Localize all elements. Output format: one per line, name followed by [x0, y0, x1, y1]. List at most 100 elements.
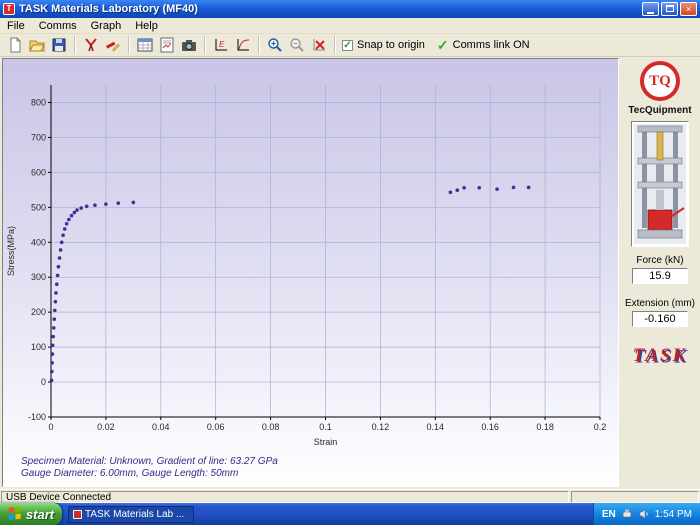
svg-text:Strain: Strain [314, 437, 338, 447]
svg-text:400: 400 [31, 237, 46, 247]
side-panel: TQ TecQuipment Force (kN) 15.9 Extension… [620, 57, 700, 489]
status-bar: USB Device Connected [0, 489, 700, 503]
svg-text:300: 300 [31, 272, 46, 282]
svg-text:0.14: 0.14 [427, 422, 445, 432]
toolbar-separator [74, 36, 76, 54]
chart-panel[interactable]: 0 0.02 0.04 0.06 0.08 0.1 0.12 0.14 0.16 0.18 0.2 -… [2, 58, 619, 487]
minimize-icon [647, 12, 654, 14]
svg-text:0.1: 0.1 [319, 422, 332, 432]
svg-text:0.08: 0.08 [262, 422, 280, 432]
zoom-in-button[interactable] [264, 35, 286, 55]
svg-text:0.16: 0.16 [481, 422, 499, 432]
toolbar-separator [204, 36, 206, 54]
toolbar-separator [128, 36, 130, 54]
brand-name: TecQuipment [628, 105, 692, 116]
report-icon [160, 37, 174, 53]
taskbar-app-button[interactable]: TASK Materials Lab ... [68, 505, 194, 523]
menu-graph[interactable]: Graph [84, 19, 129, 33]
close-icon: × [685, 4, 692, 14]
extension-label: Extension (mm) [624, 298, 695, 309]
system-tray: EN 1:54 PM [592, 503, 700, 525]
app-icon: T [3, 3, 15, 15]
axes-setup-button[interactable]: E [210, 35, 232, 55]
toolbar-separator [258, 36, 260, 54]
main-content: 0 0.02 0.04 0.06 0.08 0.1 0.12 0.14 0.16 0.18 0.2 -… [0, 57, 700, 489]
svg-text:0.04: 0.04 [152, 422, 170, 432]
export-graph-button[interactable] [232, 35, 254, 55]
task-logo: TASK [632, 345, 688, 366]
gauge-note: Gauge Diameter: 6.00mm, Gauge Length: 50… [21, 468, 239, 479]
axes-setup-icon: E [215, 39, 227, 51]
window-title: TASK Materials Laboratory (MF40) [19, 3, 198, 15]
tecquipment-logo-icon: TQ [640, 61, 680, 101]
svg-text:100: 100 [31, 342, 46, 352]
data-table-icon [137, 38, 153, 52]
specimen-tools-icon [85, 38, 97, 52]
title-bar: T TASK Materials Laboratory (MF40) × [0, 0, 700, 18]
minimize-button[interactable] [642, 2, 659, 16]
menu-bar: File Comms Graph Help [0, 18, 700, 34]
capture-button[interactable] [178, 35, 200, 55]
svg-text:0.02: 0.02 [97, 422, 115, 432]
toolbar: E ✓ Snap to origin ✓ Comms link ON [0, 34, 700, 57]
svg-text:0.18: 0.18 [536, 422, 554, 432]
edit-test-button[interactable] [102, 35, 124, 55]
clear-graph-icon [313, 39, 325, 51]
zoom-out-button[interactable] [286, 35, 308, 55]
toolbar-separator [334, 36, 336, 54]
close-button[interactable]: × [680, 2, 697, 16]
status-message: USB Device Connected [1, 491, 569, 503]
new-file-icon [10, 37, 21, 53]
maximize-button[interactable] [661, 2, 678, 16]
svg-text:500: 500 [31, 202, 46, 212]
svg-text:Stress(MPa): Stress(MPa) [6, 226, 16, 276]
menu-help[interactable]: Help [128, 19, 165, 33]
new-file-button[interactable] [4, 35, 26, 55]
tray-clock[interactable]: 1:54 PM [655, 509, 692, 520]
open-file-button[interactable] [26, 35, 48, 55]
svg-text:0: 0 [48, 422, 53, 432]
chart-notes: Specimen Material: Unknown, Gradient of … [21, 456, 278, 480]
start-label: start [25, 506, 55, 522]
report-button[interactable] [156, 35, 178, 55]
save-button[interactable] [48, 35, 70, 55]
machine-image [631, 121, 689, 247]
comms-link-label: Comms link ON [452, 39, 530, 51]
svg-text:E: E [219, 40, 225, 49]
save-icon [52, 38, 66, 52]
stress-strain-chart[interactable]: 0 0.02 0.04 0.06 0.08 0.1 0.12 0.14 0.16 0.18 0.2 -… [3, 59, 616, 451]
snap-to-origin-checkbox[interactable]: ✓ [342, 39, 353, 51]
force-label: Force (kN) [636, 255, 684, 266]
svg-text:0: 0 [41, 377, 46, 387]
camera-icon [182, 40, 196, 51]
app-mini-icon [73, 509, 82, 519]
menu-comms[interactable]: Comms [32, 19, 84, 33]
status-aux-cell [571, 491, 699, 503]
test-rig-icon [634, 124, 686, 244]
menu-file[interactable]: File [0, 19, 32, 33]
specimen-tools-button[interactable] [80, 35, 102, 55]
edit-test-icon [105, 41, 120, 52]
force-value: 15.9 [632, 268, 688, 284]
specimen-note: Specimen Material: Unknown, Gradient of … [21, 456, 278, 467]
taskbar: start TASK Materials Lab ... EN 1:54 PM [0, 503, 700, 525]
taskbar-app-label: TASK Materials Lab ... [85, 508, 185, 520]
zoom-out-icon [290, 38, 304, 52]
clear-graph-button[interactable] [308, 35, 330, 55]
svg-text:0.2: 0.2 [594, 422, 607, 432]
snap-to-origin-label: Snap to origin [357, 39, 425, 51]
volume-icon[interactable] [638, 508, 650, 520]
windows-flag-icon [8, 507, 21, 521]
svg-text:800: 800 [31, 97, 46, 107]
svg-text:-100: -100 [28, 412, 46, 422]
export-graph-icon [237, 39, 250, 51]
svg-text:200: 200 [31, 307, 46, 317]
start-button[interactable]: start [0, 503, 62, 525]
zoom-in-icon [268, 38, 282, 52]
language-indicator[interactable]: EN [602, 509, 616, 520]
svg-text:0.06: 0.06 [207, 422, 225, 432]
data-table-button[interactable] [134, 35, 156, 55]
extension-value: -0.160 [632, 311, 688, 327]
usb-device-icon[interactable] [621, 508, 633, 520]
svg-text:700: 700 [31, 132, 46, 142]
